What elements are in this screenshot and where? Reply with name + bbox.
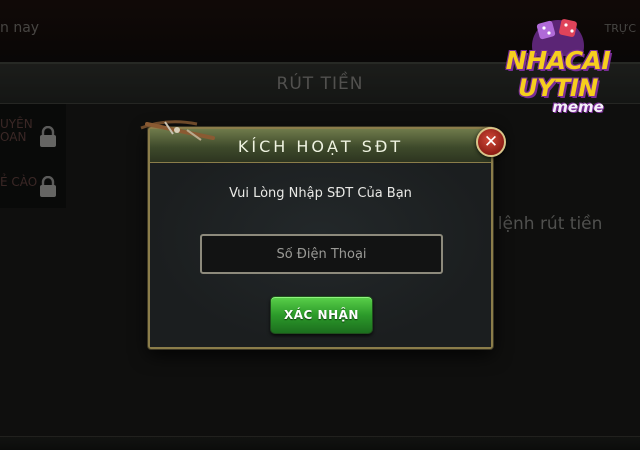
logo-line-1: NHACAI: [505, 46, 611, 75]
crossbow-icon: [140, 120, 215, 141]
dialog-body: Vui Lòng Nhập SĐT Của Bạn XÁC NHẬN: [150, 163, 491, 347]
close-button[interactable]: ✕: [476, 127, 506, 157]
instruction-text: Vui Lòng Nhập SĐT Của Bạn: [229, 186, 412, 201]
logo-line-3: meme: [552, 98, 604, 116]
close-icon: ✕: [483, 131, 499, 152]
confirm-button[interactable]: XÁC NHẬN: [270, 296, 373, 334]
phone-number-input[interactable]: [200, 234, 443, 274]
site-logo: NHACAI UYTIN meme: [494, 16, 622, 124]
activate-phone-dialog: KÍCH HOẠT SĐT Vui Lòng Nhập SĐT Của Bạn …: [148, 127, 493, 349]
